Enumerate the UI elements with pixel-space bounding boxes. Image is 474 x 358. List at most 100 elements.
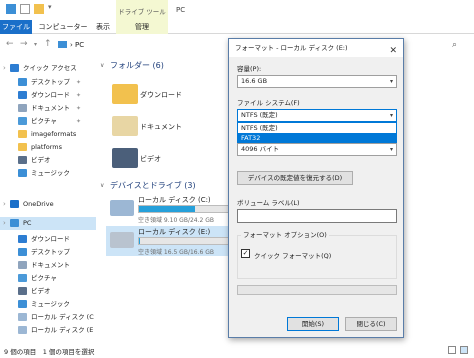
file-system-option-fat32[interactable]: FAT32	[238, 133, 396, 143]
collapse-chevron-icon[interactable]: ∨	[100, 62, 104, 69]
breadcrumb-pc[interactable]: PC	[75, 41, 84, 49]
nav-item[interactable]: デスクトップ ✦	[0, 76, 96, 89]
folder-label[interactable]: ビデオ	[140, 154, 161, 164]
properties-icon[interactable]	[20, 4, 30, 14]
nav-item[interactable]: ビデオ	[0, 154, 96, 167]
videos-folder-icon[interactable]	[112, 148, 138, 168]
close-button[interactable]: 閉じる(C)	[345, 317, 397, 331]
window-title: PC	[176, 6, 186, 14]
expand-chevron-icon[interactable]: ›	[3, 198, 6, 211]
format-dialog: フォーマット - ローカル ディスク (E:) ✕ 容量(P): 16.6 GB…	[228, 38, 404, 338]
pc-icon	[58, 41, 67, 48]
nav-item[interactable]: ドキュメント	[0, 259, 96, 272]
capacity-value: 16.6 GB	[241, 77, 268, 85]
documents-folder-icon[interactable]	[112, 116, 138, 136]
collapse-chevron-icon[interactable]: ∨	[100, 182, 104, 189]
volume-label-input[interactable]	[237, 209, 397, 223]
nav-item[interactable]: デスクトップ	[0, 246, 96, 259]
nav-item[interactable]: PC ›	[0, 217, 96, 230]
nav-item[interactable]: platforms	[0, 141, 96, 154]
nav-item[interactable]: ピクチャ	[0, 272, 96, 285]
drive-free-space: 空き領域 16.5 GB/16.6 GB	[138, 249, 214, 256]
folder-icon[interactable]	[34, 4, 44, 14]
status-text: 9 個の項目 1 個の項目を選択	[4, 348, 95, 356]
quick-format-label[interactable]: クイック フォーマット(Q)	[254, 250, 331, 260]
drive-c[interactable]: ローカル ディスク (C:) 空き領域 9.10 GB/24.2 GB	[106, 194, 234, 224]
restore-defaults-button[interactable]: デバイスの既定値を復元する(D)	[237, 171, 353, 185]
tab-computer[interactable]: コンピューター	[38, 20, 88, 34]
file-system-select[interactable]: NTFS (既定) ▾	[237, 109, 397, 122]
nav-item-label: ミュージック	[31, 300, 70, 308]
format-progress-bar	[237, 285, 397, 295]
nav-item-label: ドキュメント	[31, 104, 70, 112]
chevron-down-icon: ▾	[389, 78, 393, 85]
folders-group-header[interactable]: フォルダー (6)	[110, 60, 164, 71]
download-icon	[18, 91, 27, 99]
expand-chevron-icon[interactable]: ›	[3, 217, 6, 230]
large-icons-view-icon[interactable]	[460, 346, 468, 354]
up-arrow-icon[interactable]: ↑	[44, 39, 52, 49]
file-system-option-ntfs[interactable]: NTFS (既定)	[238, 123, 396, 133]
forward-arrow-icon[interactable]: →	[20, 39, 28, 49]
status-bar: 9 個の項目 1 個の項目を選択	[0, 344, 474, 358]
pin-icon: ✦	[76, 79, 82, 86]
dropdown-icon[interactable]: ▾	[48, 3, 52, 11]
nav-item-label: デスクトップ	[31, 248, 70, 256]
nav-item[interactable]: ローカル ディスク (C	[0, 311, 96, 324]
windows-drive-icon	[110, 200, 134, 216]
navigation-pane: クイック アクセス › デスクトップ ✦ ダウンロード ✦ ドキュメント ✦ ピクチャ ✦ imag…	[0, 56, 96, 344]
nav-item[interactable]: ミュージック	[0, 167, 96, 180]
desktop-icon	[18, 248, 27, 256]
nav-item-label: ミュージック	[31, 169, 70, 177]
tab-view[interactable]: 表示	[90, 20, 116, 34]
nav-item[interactable]: ダウンロード	[0, 233, 96, 246]
recent-locations-icon[interactable]: ▾	[34, 41, 37, 48]
close-icon[interactable]: ✕	[389, 42, 397, 60]
search-icon[interactable]: ⌕	[452, 40, 457, 50]
drive-e[interactable]: ローカル ディスク (E:) 空き領域 16.5 GB/16.6 GB	[106, 226, 234, 256]
allocation-unit-value: 4096 バイト	[241, 145, 280, 153]
nav-item[interactable]: ドキュメント ✦	[0, 102, 96, 115]
details-view-icon[interactable]	[448, 346, 456, 354]
quick-format-checkbox[interactable]: ✓	[241, 249, 250, 258]
nav-item[interactable]: ミュージック	[0, 298, 96, 311]
file-system-label: ファイル システム(F)	[237, 99, 300, 107]
pin-icon: ✦	[76, 118, 82, 125]
onedrive-icon	[10, 200, 19, 208]
drives-group-header[interactable]: デバイスとドライブ (3)	[110, 180, 196, 191]
drive-usage-fill	[139, 206, 195, 212]
nav-item-label: platforms	[31, 143, 63, 151]
star-icon	[10, 64, 19, 72]
drive-icon	[18, 326, 27, 334]
pictures-icon	[18, 274, 27, 282]
chevron-down-icon: ▾	[389, 112, 393, 119]
folder-icon	[18, 143, 27, 151]
breadcrumb[interactable]: › PC	[70, 38, 84, 52]
nav-item[interactable]: ピクチャ ✦	[0, 115, 96, 128]
start-button[interactable]: 開始(S)	[287, 317, 339, 331]
downloads-folder-icon[interactable]	[112, 84, 138, 104]
folder-label[interactable]: ドキュメント	[140, 122, 182, 132]
back-arrow-icon[interactable]: ←	[6, 39, 14, 49]
checkmark-icon: ✓	[242, 249, 249, 257]
nav-item[interactable]: クイック アクセス ›	[0, 62, 96, 75]
capacity-select[interactable]: 16.6 GB ▾	[237, 75, 397, 88]
nav-item[interactable]: imageformats	[0, 128, 96, 141]
allocation-unit-select[interactable]: 4096 バイト ▾	[237, 143, 397, 156]
download-icon	[18, 235, 27, 243]
nav-item-label: ビデオ	[31, 287, 51, 295]
folder-label[interactable]: ダウンロード	[140, 90, 182, 100]
volume-label-label: ボリューム ラベル(L)	[237, 199, 300, 207]
nav-item[interactable]: ローカル ディスク (E	[0, 324, 96, 337]
nav-item-label: デスクトップ	[31, 78, 70, 86]
format-options-label: フォーマット オプション(O)	[241, 229, 329, 239]
nav-item[interactable]: ビデオ	[0, 285, 96, 298]
drive-icon	[110, 232, 134, 248]
nav-item[interactable]: ダウンロード ✦	[0, 89, 96, 102]
tab-file[interactable]: ファイル	[0, 20, 32, 34]
ribbon-tabs: ファイル コンピューター 表示 管理	[0, 20, 474, 34]
drive-usage-bar	[138, 237, 230, 245]
nav-item[interactable]: OneDrive ›	[0, 198, 96, 211]
expand-chevron-icon[interactable]: ›	[3, 62, 6, 75]
tab-manage[interactable]: 管理	[116, 20, 168, 34]
